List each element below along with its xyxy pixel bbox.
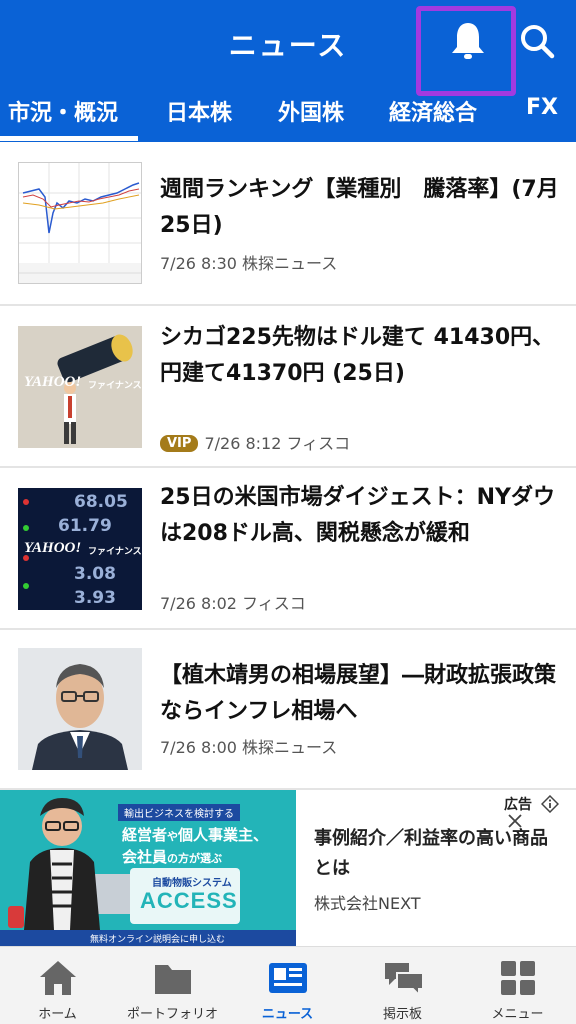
- ad-banner-cta: 無料オンライン説明会に申し込む: [90, 935, 226, 945]
- ad-sponsor: 株式会社NEXT: [314, 894, 421, 913]
- tab-fx[interactable]: FX: [526, 95, 558, 120]
- tab-news[interactable]: ニュース: [230, 947, 345, 1024]
- tab-board[interactable]: 掲示板: [345, 947, 460, 1024]
- news-title[interactable]: 週間ランキング【業種別 騰落率】(7月25日): [160, 172, 560, 244]
- news-meta: 7/26 8:02 フィスコ: [160, 594, 306, 613]
- tab-portfolio-label: ポートフォリオ: [126, 1007, 218, 1022]
- tab-home-label: ホーム: [38, 1007, 77, 1022]
- ad-label-text: 広告: [504, 797, 532, 813]
- news-meta: 7/26 8:30 株探ニュース: [160, 254, 338, 273]
- ad-title[interactable]: 事例紹介／利益率の高い商品とは: [314, 824, 562, 884]
- grid-menu-icon: [501, 961, 535, 995]
- active-tab-indicator: [0, 136, 138, 141]
- search-icon[interactable]: [518, 22, 556, 60]
- ad-banner-line1a: 経営者: [122, 826, 168, 844]
- yahoo-finance-thumbnail: YAHOO! ファイナンス: [18, 326, 142, 448]
- author-photo: [18, 648, 142, 770]
- ad-banner-line2a: 会社員: [122, 848, 168, 866]
- ad-banner-brand: ACCESS: [140, 888, 238, 913]
- ad-banner-line2b: の方が選ぶ: [167, 852, 223, 865]
- yahoo-logo-sub: ファイナンス: [88, 547, 142, 557]
- tab-menu-label: メニュー: [491, 1007, 544, 1022]
- news-meta: 7/26 8:00 株探ニュース: [160, 738, 338, 757]
- portrait-image: [18, 648, 142, 770]
- newspaper-icon: [269, 963, 307, 993]
- news-meta-text: 7/26 8:12 フィスコ: [204, 434, 351, 453]
- news-item[interactable]: 【植木靖男の相場展望】―財政拡張政策ならインフレ相場へ 7/26 8:00 株探…: [0, 630, 576, 790]
- tab-home[interactable]: ホーム: [0, 947, 115, 1024]
- tab-menu[interactable]: メニュー: [460, 947, 575, 1024]
- ticker-number: 68.05: [74, 492, 128, 512]
- ad-banner-system: 自動物販システム: [152, 878, 232, 889]
- chat-bubbles-icon: [385, 963, 424, 997]
- tab-portfolio[interactable]: ポートフォリオ: [115, 947, 230, 1024]
- news-title[interactable]: シカゴ225先物はドル建て 41430円、円建て41370円 (25日): [160, 320, 560, 392]
- ad-image[interactable]: 輸出ビジネスを検討する 経営者や個人事業主、 会社員の方が選ぶ 自動物販システム…: [0, 790, 296, 946]
- yahoo-logo-sub: ファイナンス: [88, 381, 142, 391]
- tab-market-overview[interactable]: 市況・概況: [8, 95, 118, 127]
- app-header: ニュース 市況・概況 日本株 外国株 経済総合 FX: [0, 0, 576, 142]
- ad-banner-line2: 会社員の方が選ぶ: [122, 846, 222, 867]
- ad-banner[interactable]: 輸出ビジネスを検討する 経営者や個人事業主、 会社員の方が選ぶ 自動物販システム…: [0, 790, 576, 946]
- ticker-number: 61.79: [58, 516, 112, 536]
- tab-board-label: 掲示板: [382, 1007, 422, 1022]
- vip-badge: VIP: [160, 435, 199, 452]
- news-meta: VIP 7/26 8:12 フィスコ: [160, 430, 350, 454]
- market-board-thumbnail: 68.05 61.79 YAHOO! ファイナンス 3.08 3.93: [18, 488, 142, 610]
- news-title[interactable]: 25日の米国市場ダイジェスト：NYダウは208ドル高、関税懸念が緩和: [160, 480, 560, 552]
- stock-chart-image: [19, 163, 141, 283]
- ad-banner-line1b: 個人事業主、: [178, 826, 269, 844]
- bell-highlight-box: [416, 6, 516, 96]
- tab-economy[interactable]: 経済総合: [389, 95, 477, 127]
- category-tabs: 市況・概況 日本株 外国株 経済総合 FX: [0, 90, 576, 142]
- ticker-number: 3.93: [74, 588, 116, 608]
- folder-icon: [155, 965, 191, 994]
- yahoo-logo: YAHOO!: [24, 374, 82, 390]
- ad-info-icon[interactable]: [540, 794, 559, 814]
- bottom-tab-bar: ホーム ポートフォリオ ニュース 掲示板 メニュー: [0, 946, 576, 1024]
- news-item[interactable]: YAHOO! ファイナンス シカゴ225先物はドル建て 41430円、円建て41…: [0, 306, 576, 468]
- home-icon: [40, 961, 76, 995]
- tab-news-label: ニュース: [261, 1007, 314, 1022]
- tab-japan-stocks[interactable]: 日本株: [166, 95, 232, 127]
- tab-foreign-stocks[interactable]: 外国株: [278, 95, 344, 127]
- chart-thumbnail: [18, 162, 142, 284]
- news-title[interactable]: 【植木靖男の相場展望】―財政拡張政策ならインフレ相場へ: [160, 658, 560, 730]
- ad-banner-line1: 経営者や個人事業主、: [122, 824, 268, 845]
- ad-banner-top: 輸出ビジネスを検討する: [118, 804, 240, 821]
- news-item[interactable]: 68.05 61.79 YAHOO! ファイナンス 3.08 3.93 25日の…: [0, 468, 576, 630]
- news-item[interactable]: 週間ランキング【業種別 騰落率】(7月25日) 7/26 8:30 株探ニュース: [0, 142, 576, 306]
- ticker-number: 3.08: [74, 564, 116, 584]
- ad-banner-mid: や: [167, 830, 179, 843]
- yahoo-logo: YAHOO!: [24, 540, 82, 556]
